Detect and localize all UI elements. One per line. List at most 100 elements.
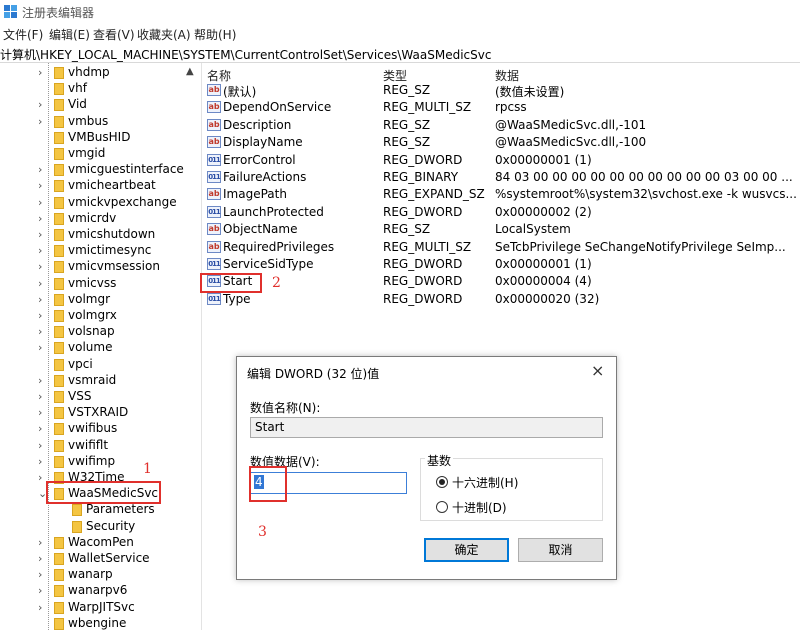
chevron-right-icon[interactable]: › (38, 406, 42, 419)
tree-item-label[interactable]: wanarpv6 (68, 583, 127, 597)
registry-tree[interactable]: › vhdmp vhf › Vid › vmbus VMBusHID vmgid › vmicgue… (0, 63, 202, 630)
value-row[interactable]: ab ImagePath REG_EXPAND_SZ %systemroot%\sys… (202, 186, 800, 203)
tree-item[interactable]: Parameters (0, 502, 190, 518)
chevron-right-icon[interactable]: › (38, 584, 42, 597)
value-row[interactable]: ab Description REG_SZ @WaaSMedicSvc.dll,-10… (202, 117, 800, 134)
chevron-right-icon[interactable]: › (38, 66, 42, 79)
value-row[interactable]: 011 LaunchProtected REG_DWORD 0x00000002 (2… (202, 204, 800, 221)
tree-item-label[interactable]: vmicheartbeat (68, 178, 156, 192)
tree-item[interactable]: › vmbus (0, 114, 190, 130)
tree-item[interactable]: vhf (0, 81, 190, 97)
menu-file[interactable]: 文件(F) (3, 26, 43, 43)
chevron-right-icon[interactable]: › (38, 179, 42, 192)
value-row[interactable]: 011 Type REG_DWORD 0x00000020 (32) (202, 291, 800, 308)
tree-item-label[interactable]: vwififlt (68, 438, 108, 452)
tree-item[interactable]: › vmictimesync (0, 243, 190, 259)
chevron-right-icon[interactable]: › (38, 568, 42, 581)
chevron-right-icon[interactable]: › (38, 293, 42, 306)
value-row[interactable]: ab RequiredPrivileges REG_MULTI_SZ SeTcbPri… (202, 239, 800, 256)
value-row[interactable]: ab (默认) REG_SZ (数值未设置) (202, 82, 800, 99)
menu-edit[interactable]: 编辑(E) (49, 26, 90, 43)
tree-item-label[interactable]: volsnap (68, 324, 115, 338)
tree-item-label[interactable]: wanarp (68, 567, 113, 581)
tree-item[interactable]: VMBusHID (0, 130, 190, 146)
chevron-right-icon[interactable]: › (38, 260, 42, 273)
menu-view[interactable]: 查看(V) (93, 26, 135, 43)
ok-button[interactable]: 确定 (424, 538, 509, 562)
value-row[interactable]: 011 Start REG_DWORD 0x00000004 (4) (202, 273, 800, 290)
value-row[interactable]: ab DisplayName REG_SZ @WaaSMedicSvc.dll,-10… (202, 134, 800, 151)
tree-item[interactable]: › volmgr (0, 292, 190, 308)
chevron-right-icon[interactable]: › (38, 374, 42, 387)
tree-item[interactable]: › vhdmp (0, 65, 190, 81)
chevron-right-icon[interactable]: › (38, 98, 42, 111)
tree-item-label[interactable]: VSS (68, 389, 91, 403)
tree-item-label[interactable]: vmicvss (68, 276, 116, 290)
tree-item[interactable]: › vmicvss (0, 276, 190, 292)
tree-item-label[interactable]: vmicvmsession (68, 259, 160, 273)
chevron-right-icon[interactable]: › (38, 536, 42, 549)
value-row[interactable]: ab DependOnService REG_MULTI_SZ rpcss (202, 99, 800, 116)
chevron-right-icon[interactable]: › (38, 244, 42, 257)
tree-item[interactable]: vpci (0, 357, 190, 373)
tree-item[interactable]: › vsmraid (0, 373, 190, 389)
tree-item[interactable]: › vmicguestinterface (0, 162, 190, 178)
tree-item-label[interactable]: Vid (68, 97, 87, 111)
tree-item-label[interactable]: WacomPen (68, 535, 134, 549)
tree-item[interactable]: › vmicvmsession (0, 259, 190, 275)
tree-item-label[interactable]: vpci (68, 357, 93, 371)
tree-item-label[interactable]: vmicshutdown (68, 227, 155, 241)
chevron-right-icon[interactable]: › (38, 439, 42, 452)
tree-item[interactable]: › volsnap (0, 324, 190, 340)
address-bar[interactable]: 计算机\HKEY_LOCAL_MACHINE\SYSTEM\CurrentCon… (0, 44, 800, 63)
menu-help[interactable]: 帮助(H) (194, 26, 236, 43)
chevron-right-icon[interactable]: › (38, 341, 42, 354)
chevron-right-icon[interactable]: › (38, 277, 42, 290)
tree-item-label[interactable]: Parameters (86, 502, 155, 516)
tree-item[interactable]: › VSTXRAID (0, 405, 190, 421)
tree-item[interactable]: › volmgrx (0, 308, 190, 324)
tree-item-label[interactable]: WalletService (68, 551, 150, 565)
tree-item-label[interactable]: vhf (68, 81, 87, 95)
tree-item[interactable]: › vwifibus (0, 421, 190, 437)
chevron-right-icon[interactable]: › (38, 309, 42, 322)
value-row[interactable]: 011 ErrorControl REG_DWORD 0x00000001 (1) (202, 152, 800, 169)
tree-item-label[interactable]: vmbus (68, 114, 108, 128)
menu-favorites[interactable]: 收藏夹(A) (137, 26, 191, 43)
tree-item-label[interactable]: wbengine (68, 616, 126, 630)
hex-radio[interactable] (436, 476, 448, 488)
hex-radio-label[interactable]: 十六进制(H) (452, 474, 518, 491)
chevron-right-icon[interactable]: › (38, 115, 42, 128)
tree-item-label[interactable]: Security (86, 519, 135, 533)
tree-item[interactable]: › vwifimp (0, 454, 190, 470)
chevron-right-icon[interactable]: › (38, 552, 42, 565)
tree-item-label[interactable]: volume (68, 340, 112, 354)
chevron-right-icon[interactable]: › (38, 228, 42, 241)
tree-item-label[interactable]: vwifimp (68, 454, 115, 468)
tree-item[interactable]: › Vid (0, 97, 190, 113)
tree-item-label[interactable]: vmictimesync (68, 243, 151, 257)
chevron-right-icon[interactable]: › (38, 471, 42, 484)
tree-item-label[interactable]: vwifibus (68, 421, 117, 435)
value-row[interactable]: 011 FailureActions REG_BINARY 84 03 00 00 0… (202, 169, 800, 186)
value-row[interactable]: ab ObjectName REG_SZ LocalSystem (202, 221, 800, 238)
tree-item[interactable]: vmgid (0, 146, 190, 162)
tree-item[interactable]: › vmicshutdown (0, 227, 190, 243)
tree-item-label[interactable]: vmgid (68, 146, 105, 160)
tree-item-label[interactable]: WarpJITSvc (68, 600, 135, 614)
tree-item-label[interactable]: volmgr (68, 292, 110, 306)
tree-item[interactable]: › VSS (0, 389, 190, 405)
tree-item-label[interactable]: vsmraid (68, 373, 116, 387)
tree-item[interactable]: › vwififlt (0, 438, 190, 454)
cancel-button[interactable]: 取消 (518, 538, 603, 562)
tree-item-label[interactable]: VSTXRAID (68, 405, 128, 419)
tree-item[interactable]: › volume (0, 340, 190, 356)
tree-item[interactable]: › wanarp (0, 567, 190, 583)
tree-item-label[interactable]: vhdmp (68, 65, 110, 79)
chevron-right-icon[interactable]: › (38, 196, 42, 209)
tree-item[interactable]: › WarpJITSvc (0, 600, 190, 616)
tree-item[interactable]: › wanarpv6 (0, 583, 190, 599)
tree-item[interactable]: wbengine (0, 616, 190, 630)
tree-item-label[interactable]: vmicrdv (68, 211, 116, 225)
tree-scroll-up-icon[interactable]: ▲ (186, 66, 194, 77)
